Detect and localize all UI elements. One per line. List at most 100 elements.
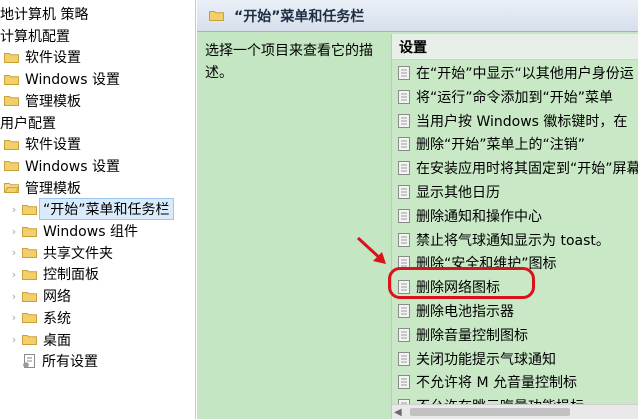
policy-row[interactable]: 显示其他日历 (398, 181, 638, 203)
tree-item[interactable]: Windows 设置 (4, 68, 120, 90)
folder-open-icon (4, 182, 19, 194)
tree-item-label: 软件设置 (25, 137, 81, 154)
policy-label: 将“运行”命令添加到“开始”菜单 (416, 89, 614, 106)
settings-list: 设置 在“开始”中显示“以其他用户身份运将“运行”命令添加到“开始”菜单 当用户按… (391, 34, 638, 419)
policy-label: 关闭功能提示气球通知 (416, 351, 556, 368)
annotation-arrow-icon (356, 236, 386, 264)
column-header-label: 设置 (399, 39, 427, 56)
policy-label: 删除通知和操作中心 (416, 208, 542, 225)
policy-tree-pane: 地计算机 策略 计算机配置 软件设置 Windows 设置 管理模板 用户配置 软件设置 Wi… (0, 0, 196, 419)
tree-item[interactable]: Windows 设置 (4, 155, 120, 177)
tree-item-label: 软件设置 (25, 50, 81, 67)
tree-item[interactable]: 管理模板 (4, 90, 81, 112)
folder-icon (4, 139, 19, 150)
folder-icon (22, 312, 37, 324)
folder-icon (22, 291, 37, 302)
policy-label: 删除“开始”菜单上的“注销” (416, 137, 586, 154)
policy-setting-icon (398, 161, 410, 176)
tree-item[interactable]: 计算机配置 (0, 25, 70, 47)
scrollbar-thumb[interactable] (410, 408, 570, 416)
policy-setting-icon (398, 304, 410, 318)
tree-item[interactable]: › 系统 (8, 307, 71, 329)
policy-row[interactable]: 删除网络图标 (398, 276, 638, 298)
tree-item[interactable]: 软件设置 (4, 46, 81, 68)
tree-item[interactable]: › Windows 组件 (8, 220, 138, 242)
policy-row[interactable]: 不允许将 M 允音量控制标 (398, 371, 638, 393)
horizontal-scrollbar[interactable]: ◀ (392, 404, 638, 419)
tree-item-label: Windows 组件 (43, 224, 138, 240)
expand-chevron-icon[interactable]: › (8, 311, 20, 324)
tree-item[interactable]: › 网络 (8, 285, 71, 307)
tree-item[interactable]: › 控制面板 (8, 263, 99, 285)
policy-label: 当用户按 Windows 徽标键时，在 (416, 113, 628, 130)
folder-icon (22, 204, 37, 215)
policy-setting-icon (398, 280, 410, 295)
policy-setting-icon (398, 327, 410, 342)
policy-setting-icon (398, 208, 410, 223)
tree-item[interactable]: › 共享文件夹 (8, 242, 113, 264)
settings-pane: “开始”菜单和任务栏 选择一个项目来查看它的描述。 设置 在“开始”中显示“以其… (197, 0, 638, 419)
policy-row[interactable]: 删除音量控制图标 (398, 324, 638, 346)
tree-item-label: 控制面板 (43, 267, 99, 284)
policy-row[interactable]: 将“运行”命令添加到“开始”菜单 (398, 86, 638, 108)
policy-setting-icon (398, 375, 410, 390)
pane-header: “开始”菜单和任务栏 (197, 0, 638, 32)
tree-item[interactable]: › 桌面 (8, 329, 71, 351)
policy-row[interactable]: 当用户按 Windows 徽标键时，在 (398, 110, 638, 132)
tree-item[interactable]: 用户配置 (0, 112, 56, 134)
policy-row[interactable]: 在“开始”中显示“以其他用户身份运 (398, 62, 638, 84)
policy-setting-icon (398, 185, 410, 199)
expand-chevron-icon[interactable]: › (8, 225, 20, 238)
policy-row[interactable]: 关闭功能提示气球通知 (398, 348, 638, 370)
folder-icon (4, 95, 19, 107)
column-header-settings[interactable]: 设置 (392, 34, 638, 60)
tree-item-label: 用户配置 (0, 115, 56, 132)
tree-item[interactable]: 地计算机 策略 (0, 3, 88, 25)
folder-icon (22, 269, 37, 280)
tree-item-label: 计算机配置 (0, 28, 70, 45)
scroll-left-arrow-icon[interactable]: ◀ (394, 407, 402, 418)
policy-setting-icon (398, 232, 410, 247)
tree-item[interactable]: › “开始”菜单和任务栏 (8, 198, 174, 221)
expand-chevron-icon[interactable]: › (8, 203, 20, 216)
tree-item[interactable]: 管理模板 (4, 177, 81, 199)
expand-chevron-icon[interactable]: › (8, 268, 20, 281)
policy-label: 删除电池指示器 (416, 304, 514, 320)
tree-item-label: 地计算机 策略 (0, 7, 89, 23)
folder-icon (22, 247, 37, 259)
policy-setting-icon (398, 256, 410, 271)
folder-icon (22, 226, 37, 237)
tree-item-label: 桌面 (43, 332, 71, 349)
policy-row[interactable]: 删除“安全和维护”图标 (398, 252, 638, 274)
policy-row[interactable]: 禁止将气球通知显示为 toast。 (398, 229, 638, 251)
expand-chevron-icon[interactable]: › (8, 333, 20, 346)
page-title: “开始”菜单和任务栏 (234, 8, 365, 25)
policy-setting-icon (398, 66, 410, 80)
policy-row[interactable]: 删除通知和操作中心 (398, 205, 638, 227)
tree-item-label: 网络 (43, 289, 71, 306)
policy-setting-icon (398, 137, 410, 152)
settings-doc-icon (22, 353, 36, 369)
expand-chevron-icon[interactable]: › (8, 290, 20, 303)
folder-icon (4, 74, 19, 85)
policy-setting-icon (398, 351, 410, 366)
tree-item-label: 管理模板 (25, 180, 81, 197)
policy-label: 禁止将气球通知显示为 toast。 (416, 232, 610, 249)
tree-item-label: Windows 设置 (25, 158, 120, 175)
tree-item[interactable]: 所有设置 (8, 350, 98, 372)
policy-label: 删除网络图标 (416, 280, 500, 297)
tree-item-label: 共享文件夹 (43, 245, 113, 262)
tree-item-label: Windows 设置 (25, 72, 120, 89)
description-text: 选择一个项目来查看它的描述。 (205, 43, 373, 81)
policy-label: 显示其他日历 (416, 185, 500, 201)
tree-item-label: 系统 (43, 310, 71, 327)
tree-item[interactable]: 软件设置 (4, 133, 81, 155)
tree-item-label: 所有设置 (42, 354, 98, 371)
policy-row[interactable]: 删除“开始”菜单上的“注销” (398, 133, 638, 155)
policy-label: 在安装应用时将其固定到“开始”屏幕 (416, 161, 638, 178)
policy-row[interactable]: 删除电池指示器 (398, 300, 638, 322)
expand-chevron-icon[interactable]: › (8, 246, 20, 259)
tree-item-label: 管理模板 (25, 93, 81, 110)
policy-row[interactable]: 在安装应用时将其固定到“开始”屏幕 (398, 157, 638, 179)
folder-icon (4, 52, 19, 63)
